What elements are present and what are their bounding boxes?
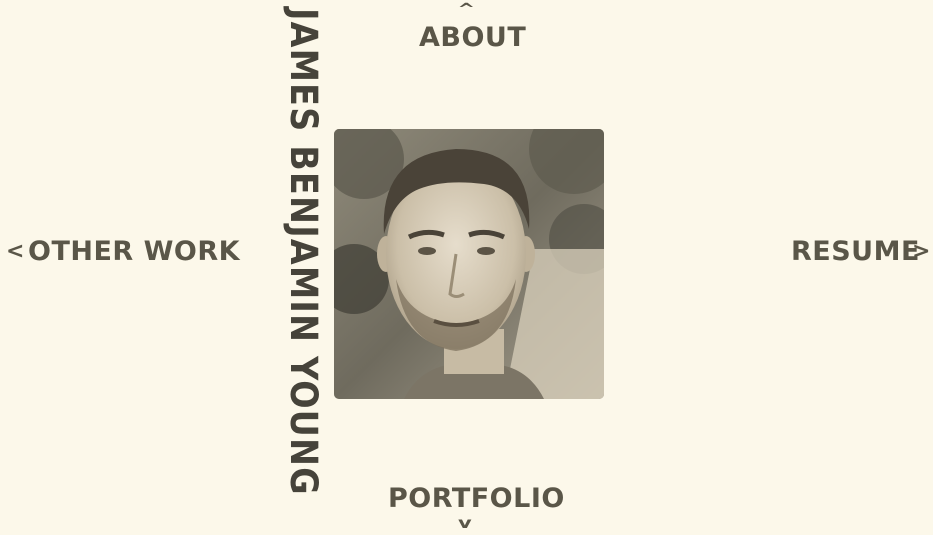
- nav-resume-link[interactable]: RESUME: [791, 238, 920, 265]
- nav-other-work-link[interactable]: OTHER WORK: [28, 238, 240, 265]
- nav-about-link[interactable]: ABOUT: [419, 24, 526, 51]
- name-vertical-title: JAMES BENJAMIN YOUNG: [282, 8, 325, 496]
- up-arrow-icon[interactable]: ^: [457, 2, 475, 17]
- down-arrow-icon[interactable]: v: [458, 516, 472, 531]
- nav-portfolio-link[interactable]: PORTFOLIO: [388, 485, 565, 512]
- left-arrow-icon[interactable]: <: [6, 241, 24, 263]
- right-arrow-icon[interactable]: >: [912, 241, 930, 263]
- profile-photo: [334, 129, 604, 399]
